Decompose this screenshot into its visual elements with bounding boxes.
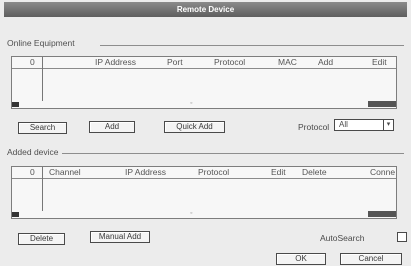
online-col-protocol: Protocol [214, 57, 246, 67]
online-table-scrollbar[interactable]: ◦ [12, 100, 396, 108]
added-table-column-divider [42, 167, 43, 211]
online-col-ip: IP Address [95, 57, 136, 67]
added-col-index: 0 [30, 167, 35, 177]
scroll-thumb[interactable]: ◦ [190, 100, 192, 107]
window-title-bar: Remote Device [4, 2, 407, 17]
cancel-button[interactable]: Cancel [340, 253, 402, 265]
autosearch-checkbox[interactable] [397, 232, 407, 242]
online-table-column-divider [42, 57, 43, 101]
added-device-label: Added device [7, 147, 59, 157]
ok-button[interactable]: OK [276, 253, 326, 265]
added-col-edit: Edit [271, 167, 286, 177]
manual-add-button[interactable]: Manual Add [90, 231, 150, 243]
online-col-edit: Edit [372, 57, 387, 67]
scroll-left-arrow[interactable] [12, 102, 19, 107]
scroll-right-arrow[interactable] [368, 101, 396, 107]
added-section-divider [62, 153, 404, 154]
protocol-label: Protocol [298, 122, 330, 132]
add-button[interactable]: Add [89, 121, 135, 133]
added-device-table[interactable]: 0 Channel IP Address Protocol Edit Delet… [11, 166, 397, 219]
added-col-connect: Conne [370, 167, 396, 177]
delete-button[interactable]: Delete [18, 233, 65, 245]
online-table-header: 0 IP Address Port Protocol MAC Add Edit [12, 57, 396, 69]
protocol-value: All [339, 120, 348, 129]
scroll-right-arrow[interactable] [368, 211, 396, 217]
online-equipment-table[interactable]: 0 IP Address Port Protocol MAC Add Edit … [11, 56, 397, 109]
added-col-channel: Channel [49, 167, 81, 177]
online-section-divider [100, 45, 404, 46]
added-table-scrollbar[interactable]: ◦ [12, 210, 396, 218]
added-col-protocol: Protocol [198, 167, 230, 177]
added-col-ip: IP Address [125, 167, 166, 177]
scroll-left-arrow[interactable] [12, 212, 19, 217]
protocol-select[interactable]: All ▾ [334, 119, 394, 131]
online-col-port: Port [167, 57, 183, 67]
scroll-thumb[interactable]: ◦ [190, 210, 192, 217]
search-button[interactable]: Search [18, 122, 67, 134]
quick-add-button[interactable]: Quick Add [164, 121, 225, 133]
online-col-index: 0 [30, 57, 35, 67]
added-table-header: 0 Channel IP Address Protocol Edit Delet… [12, 167, 396, 179]
dropdown-arrow-icon: ▾ [383, 120, 393, 130]
window-title: Remote Device [176, 5, 235, 14]
online-col-add: Add [318, 57, 334, 67]
added-col-delete: Delete [302, 167, 327, 177]
autosearch-label: AutoSearch [320, 233, 365, 243]
online-col-mac: MAC [278, 57, 297, 67]
online-equipment-label: Online Equipment [7, 38, 75, 48]
